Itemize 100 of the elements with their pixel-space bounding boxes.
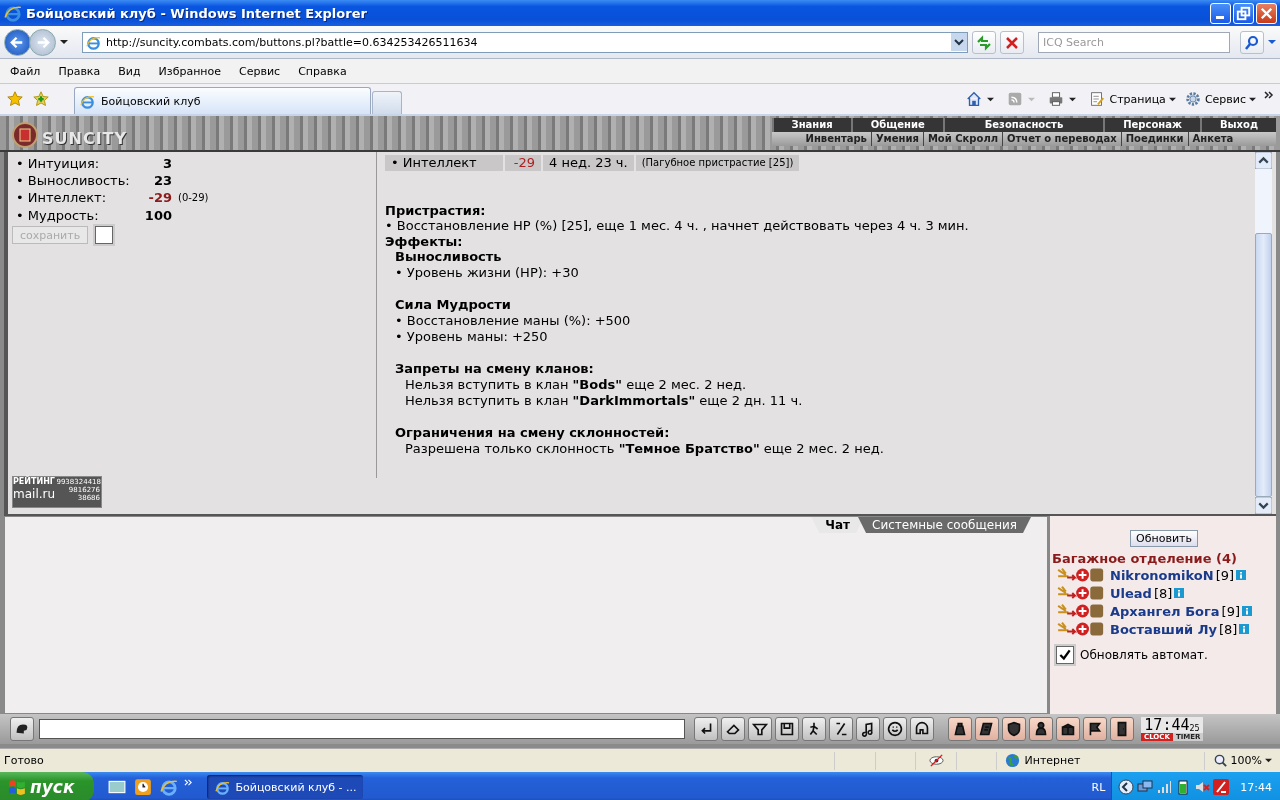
url-text: http://suncity.combats.com/buttons.pl?battle=0.634253426511634 [106, 35, 478, 49]
toolbar-button[interactable] [775, 717, 799, 741]
info-icon[interactable] [1174, 588, 1185, 598]
eye-icon[interactable] [928, 753, 944, 768]
nav-link[interactable]: Умения [870, 132, 923, 146]
menu-item[interactable]: Правка [50, 62, 109, 80]
chat-tab[interactable]: Системные сообщения [858, 517, 1031, 533]
toolbar-button[interactable] [802, 717, 826, 741]
effect-text: Разрешена только склонность "Темное Братство" еще 2 мес. 2 нед. [404, 441, 885, 457]
start-button[interactable]: пуск [0, 772, 95, 800]
toolbar-button[interactable] [721, 717, 745, 741]
emblem-icon [10, 120, 40, 150]
user-name[interactable]: Воставший Лу [1110, 621, 1217, 637]
toolbar-button[interactable] [1002, 717, 1026, 741]
nav-link[interactable]: Отчет о переводах [1002, 132, 1121, 146]
user-level: [9] [1221, 603, 1240, 619]
taskbar-button[interactable]: Бойцовский клуб - ... [207, 775, 364, 799]
refresh-button[interactable] [972, 30, 996, 54]
menu-item[interactable]: Избранное [150, 62, 230, 80]
toolbar-button[interactable] [829, 717, 853, 741]
windows-logo-icon [8, 778, 26, 796]
toolbar-button[interactable] [856, 717, 880, 741]
info-icon[interactable] [1242, 606, 1252, 616]
volume-muted-icon[interactable] [1194, 779, 1211, 795]
menu-item[interactable]: Справка [290, 62, 355, 80]
clock-seconds: 25 [1189, 724, 1200, 733]
stat-value: -29 [147, 190, 172, 206]
user-name[interactable]: Ulead [1110, 585, 1152, 601]
stop-button[interactable] [1000, 30, 1024, 54]
nav-link[interactable]: Поединки [1120, 132, 1188, 146]
page-icon [86, 34, 101, 50]
language-indicator[interactable]: RL [1091, 780, 1106, 794]
toolbar-button[interactable] [694, 717, 718, 741]
tray-clock: 17:44 [1240, 780, 1272, 794]
address-field[interactable]: http://suncity.combats.com/buttons.pl?battle=0.634253426511634 [82, 31, 968, 53]
scroll-down-icon[interactable] [1255, 497, 1272, 514]
stat-label: • Интеллект: [15, 190, 108, 206]
menu-item[interactable]: Вид [110, 62, 149, 80]
close-button[interactable] [1256, 2, 1277, 24]
caret-icon[interactable] [60, 38, 68, 46]
toolbar-button[interactable] [1110, 717, 1134, 741]
antivirus-icon[interactable] [1213, 779, 1230, 795]
toolbar-button[interactable] [1029, 717, 1053, 741]
search-button[interactable] [1240, 30, 1264, 54]
clock-time: 17:44 [1144, 717, 1190, 733]
speaker-button[interactable] [10, 717, 34, 741]
toolbar-button[interactable] [910, 717, 934, 741]
search-field[interactable]: ICQ Search [1038, 31, 1230, 53]
scroll-up-icon[interactable] [1255, 152, 1272, 169]
browser-icon[interactable] [160, 778, 179, 796]
minimize-icon [1216, 15, 1224, 19]
info-icon[interactable] [1236, 570, 1247, 580]
user-level: [8] [1153, 585, 1173, 601]
stat-label: • Интуиция: [15, 156, 101, 171]
menu-item[interactable]: Файл [2, 62, 49, 80]
home-icon[interactable] [965, 90, 984, 108]
toolbar-button[interactable] [748, 717, 772, 741]
add-favorite-icon[interactable] [32, 90, 50, 108]
page-icon [1088, 90, 1107, 108]
chevron-icon[interactable] [1118, 779, 1135, 795]
toolbar-button[interactable] [883, 717, 907, 741]
scrollbar[interactable] [1255, 152, 1272, 514]
tools-menu-button[interactable]: Сервис [1183, 90, 1260, 108]
back-button[interactable] [4, 28, 31, 56]
menu-item[interactable]: Сервис [231, 62, 289, 80]
stat-label: • Мудрость: [15, 208, 100, 223]
clock-icon[interactable] [134, 778, 153, 796]
user-name[interactable]: NikronomikoN [1110, 567, 1214, 583]
nav-link[interactable]: Инвентарь [801, 132, 871, 146]
desktop-icon[interactable] [108, 778, 127, 796]
dropdown-icon[interactable] [951, 33, 967, 51]
checkbox[interactable] [1056, 646, 1074, 664]
zoom-control[interactable]: 100% [1203, 751, 1280, 770]
counter-title: РЕЙТИНГ [13, 477, 55, 486]
nav-link[interactable]: Анкета [1187, 132, 1238, 146]
table-cell: -29 [505, 155, 541, 171]
minimize-button[interactable] [1210, 2, 1231, 24]
browser-tab[interactable]: Бойцовский клуб [74, 87, 371, 114]
stat-value: 23 [152, 173, 172, 188]
chevron-icon[interactable] [1264, 90, 1274, 100]
toolbar-button[interactable] [1083, 717, 1107, 741]
group-heading: Сила Мудрости [395, 297, 512, 313]
user-name[interactable]: Архангел Бога [1110, 603, 1220, 619]
info-icon[interactable] [1239, 624, 1250, 634]
restore-button[interactable] [1233, 2, 1254, 24]
caret-icon[interactable] [1069, 95, 1077, 103]
user-level: [8] [1218, 621, 1238, 637]
refresh-button[interactable]: Обновить [1130, 530, 1198, 547]
logo-text: SUNCITY [42, 129, 128, 150]
effect-text: • Восстановление маны (%): +500 [395, 313, 632, 329]
caret-icon [1265, 757, 1273, 764]
network-icon[interactable] [1137, 779, 1154, 795]
caret-icon[interactable] [987, 95, 995, 103]
page-menu-button[interactable]: Страница [1088, 90, 1180, 108]
chat-input[interactable] [39, 719, 685, 739]
checkbox[interactable] [95, 226, 113, 244]
toolbar-button[interactable] [975, 717, 999, 741]
nav-link[interactable]: Мой Скролл [922, 132, 1003, 146]
star-icon[interactable] [6, 90, 24, 108]
globe-icon [1005, 753, 1021, 768]
